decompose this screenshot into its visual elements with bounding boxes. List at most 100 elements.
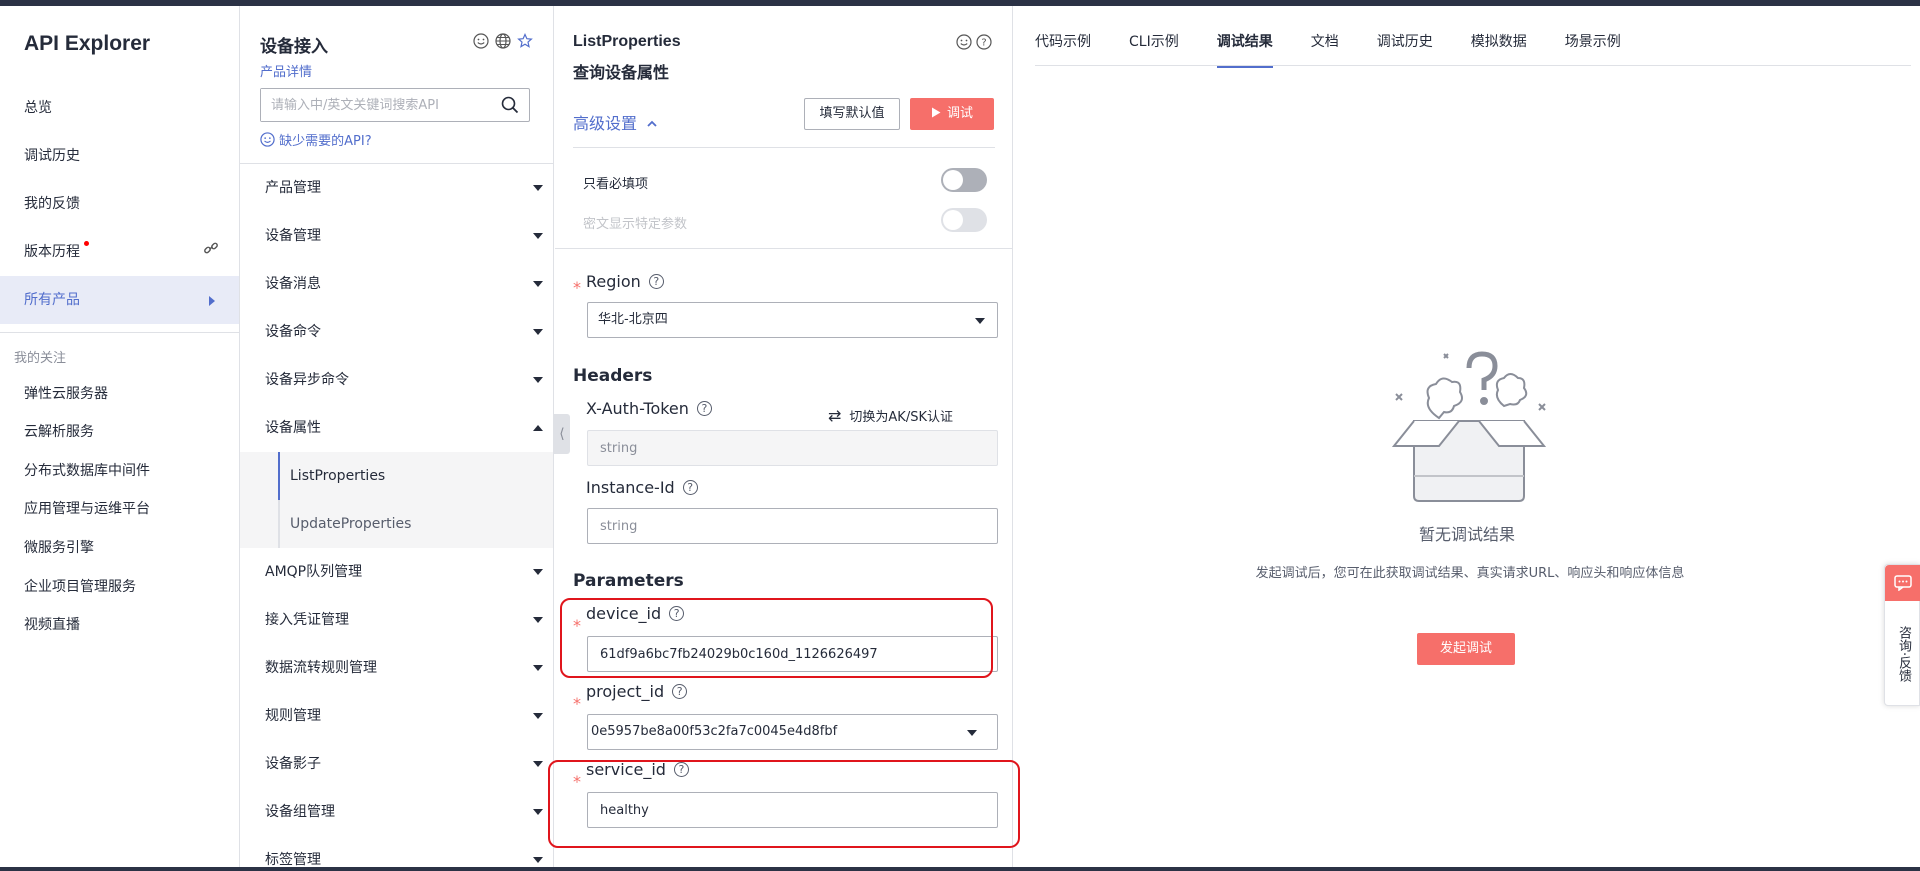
tab-mock-data[interactable]: 模拟数据 [1471, 32, 1527, 68]
chevron-down-icon [533, 713, 543, 719]
catalog-group-expanded[interactable]: 设备属性 [240, 404, 553, 452]
required-mark: * [573, 694, 581, 713]
globe-icon[interactable] [494, 32, 512, 50]
api-description: 查询设备属性 [573, 63, 670, 82]
instance-id-input[interactable] [587, 508, 998, 544]
service-id-label: service_id? [586, 760, 689, 779]
catalog-group[interactable]: 规则管理 [240, 692, 553, 740]
catalog-group[interactable]: 设备管理 [240, 212, 553, 260]
smile-icon [260, 132, 275, 149]
group-label: 接入凭证管理 [265, 612, 349, 628]
favorite-item[interactable]: 微服务引擎 [24, 537, 94, 557]
chevron-down-icon [533, 281, 543, 287]
auth-token-input[interactable] [587, 430, 998, 466]
region-label-text: Region [586, 272, 641, 291]
service-id-label-text: service_id [586, 760, 666, 779]
bottom-bar [0, 867, 1920, 871]
advanced-settings-toggle[interactable]: 高级设置 [573, 110, 658, 134]
tab-scenario-example[interactable]: 场景示例 [1565, 32, 1621, 68]
catalog-group[interactable]: 设备命令 [240, 308, 553, 356]
chevron-down-icon [533, 185, 543, 191]
nav-item-label: 调试历史 [24, 148, 80, 164]
catalog-group[interactable]: 标签管理 [240, 836, 553, 871]
submenu-item-updateproperties[interactable]: UpdateProperties [278, 500, 538, 548]
device-id-label-text: device_id [586, 604, 662, 623]
region-select[interactable]: 华北-北京四 [587, 302, 998, 338]
catalog-group[interactable]: AMQP队列管理 [240, 548, 553, 596]
catalog-group[interactable]: 设备异步命令 [240, 356, 553, 404]
submenu-item-listproperties[interactable]: ListProperties [278, 452, 538, 500]
show-plain-label: 密文显示特定参数 [583, 217, 688, 232]
help-icon[interactable]: ? [648, 274, 664, 289]
favorite-item[interactable]: 应用管理与运维平台 [24, 498, 150, 518]
tab-code-example[interactable]: 代码示例 [1035, 32, 1091, 68]
nav-item-debug-history[interactable]: 调试历史 [0, 132, 239, 180]
star-icon[interactable] [516, 32, 534, 50]
product-detail-link[interactable]: 产品详情 [260, 61, 312, 80]
search-icon[interactable] [501, 96, 519, 114]
help-icon[interactable]: ? [673, 762, 689, 777]
empty-description: 发起调试后，您可在此获取调试结果、真实请求URL、响应头和响应体信息 [1255, 566, 1685, 581]
help-icon[interactable]: ? [672, 684, 688, 699]
favorite-item[interactable]: 视频直播 [24, 614, 80, 634]
only-required-toggle[interactable] [941, 168, 987, 192]
favorites-title: 我的关注 [14, 351, 67, 366]
nav-item-label: 版本历程 [24, 244, 80, 260]
api-catalog: 设备接入 产品详情 缺少需要的API? 产品管理 设备管理 设备消息 设备命令 … [240, 6, 554, 868]
tab-cli-example[interactable]: CLI示例 [1129, 32, 1179, 68]
show-plain-toggle[interactable] [941, 208, 987, 232]
help-icon[interactable]: ? [975, 33, 993, 51]
nav-item-label: 我的反馈 [24, 196, 80, 212]
start-debug-button[interactable]: 发起调试 [1417, 633, 1515, 665]
missing-api-label: 缺少需要的API? [279, 134, 372, 149]
smile-icon[interactable] [472, 32, 490, 50]
help-icon[interactable]: ? [669, 606, 685, 621]
nav-item-version-history[interactable]: 版本历程 [0, 228, 239, 276]
project-id-select[interactable]: 0e5957be8a00f53c2fa7c0045e4d8fbf [587, 714, 998, 750]
chevron-down-icon [533, 617, 543, 623]
catalog-group[interactable]: 接入凭证管理 [240, 596, 553, 644]
smile-icon[interactable] [955, 33, 973, 51]
catalog-group[interactable]: 设备影子 [240, 740, 553, 788]
tab-debug-result[interactable]: 调试结果 [1216, 32, 1273, 68]
catalog-group[interactable]: 数据流转规则管理 [240, 644, 553, 692]
headers-title: Headers [573, 366, 653, 386]
favorite-item[interactable]: 云解析服务 [24, 421, 94, 441]
help-icon[interactable]: ? [682, 480, 698, 495]
chevron-down-icon [975, 318, 985, 324]
group-label: 设备影子 [265, 756, 321, 772]
project-id-label: project_id? [586, 682, 688, 701]
link-icon[interactable] [203, 228, 219, 276]
tab-docs[interactable]: 文档 [1311, 32, 1339, 68]
region-label: Region? [586, 272, 664, 291]
switch-auth-link[interactable]: ⇄ 切换为AK/SK认证 [828, 406, 953, 425]
nav-item-my-feedback[interactable]: 我的反馈 [0, 180, 239, 228]
tab-debug-history[interactable]: 调试历史 [1377, 32, 1433, 68]
debug-button[interactable]: 调试 [910, 98, 994, 130]
divider [555, 248, 1013, 249]
service-id-input[interactable] [587, 792, 998, 828]
favorite-item[interactable]: 分布式数据库中间件 [24, 460, 150, 480]
missing-api-link[interactable]: 缺少需要的API? [260, 130, 372, 149]
device-id-input[interactable] [587, 636, 998, 672]
help-icon[interactable]: ? [696, 401, 712, 416]
fill-default-button[interactable]: 填写默认值 [804, 98, 900, 130]
nav-item-label: 所有产品 [24, 292, 80, 308]
favorite-item[interactable]: 企业项目管理服务 [24, 576, 136, 596]
group-label: 设备属性 [265, 420, 321, 436]
nav-item-overview[interactable]: 总览 [0, 84, 239, 132]
api-search-input[interactable] [261, 89, 489, 121]
new-dot-badge [84, 241, 89, 246]
chevron-down-icon [533, 377, 543, 383]
catalog-group[interactable]: 设备组管理 [240, 788, 553, 836]
app-title: API Explorer [24, 32, 151, 55]
favorite-item[interactable]: 弹性云服务器 [24, 383, 108, 403]
catalog-group[interactable]: 产品管理 [240, 164, 553, 212]
instance-id-label-text: Instance-Id [586, 478, 675, 497]
feedback-widget[interactable]: 咨询·反馈 [1884, 564, 1920, 706]
nav-item-all-products[interactable]: 所有产品 [0, 276, 239, 324]
api-name: ListProperties [573, 33, 681, 50]
catalog-group[interactable]: 设备消息 [240, 260, 553, 308]
required-mark: * [573, 278, 581, 297]
chevron-down-icon [533, 233, 543, 239]
